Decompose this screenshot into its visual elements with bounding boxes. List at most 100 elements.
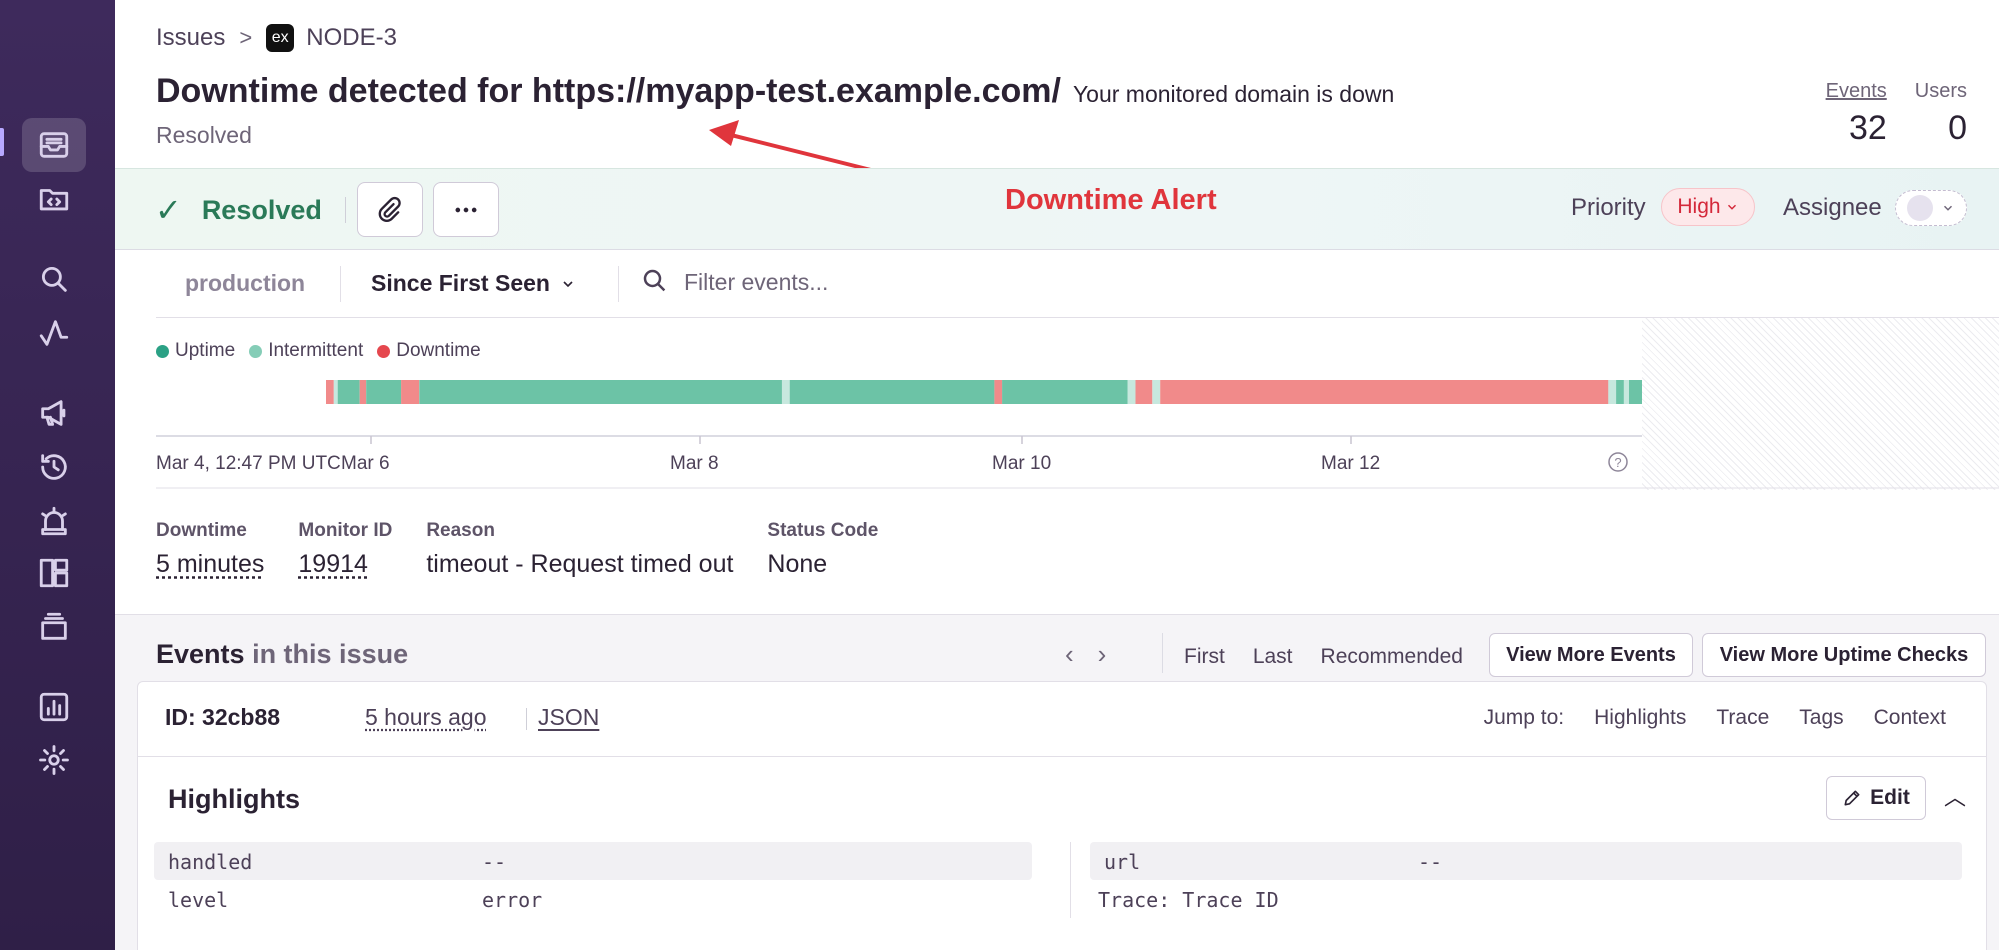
breadcrumb-issues-link[interactable]: Issues [156,24,225,52]
inbox-icon [39,132,69,158]
events-stat-value: 32 [1848,109,1887,147]
timeline-segment-down[interactable] [326,380,334,404]
timeline-segment-up[interactable] [419,380,782,404]
jump-to-nav: Jump to: Highlights Trace Tags Context [1484,706,1946,730]
timeline-segment-int[interactable] [1608,380,1617,404]
chevron-up-icon[interactable]: ︿ [1944,780,1966,812]
breadcrumb: Issues > ex NODE-3 [156,24,397,52]
nav-settings-button[interactable] [22,733,86,787]
nav-dashboards-button[interactable] [22,546,86,600]
chevron-right-icon: > [239,25,253,50]
event-card: ID: 32cb88 5 hours ago JSON Jump to: Hig… [137,681,1987,950]
nav-explore-button[interactable] [22,252,86,306]
svg-text:?: ? [1614,455,1621,470]
timeline-segment-up[interactable] [337,380,360,404]
search-icon [41,266,67,292]
paperclip-icon [378,196,401,222]
detail-value: None [767,550,828,578]
legend-label: Downtime [396,340,481,361]
megaphone-icon [41,400,66,426]
environment-selector[interactable]: production [185,270,305,297]
last-event-link[interactable]: Last [1253,645,1293,669]
link-button[interactable] [357,182,423,237]
jump-highlights-link[interactable]: Highlights [1594,706,1686,730]
events-stat[interactable]: Events 32 [1826,80,1887,148]
assignee-dropdown[interactable] [1895,190,1967,226]
event-timestamp[interactable]: 5 hours ago [365,704,486,731]
history-icon [41,454,67,480]
detail-value[interactable]: 5 minutes [156,550,264,579]
timeline-segment-down[interactable] [1135,380,1153,404]
priority-dropdown[interactable]: High [1661,188,1755,226]
timeline-segment-down[interactable] [359,380,367,404]
issue-stats: Events 32 Users 0 [1826,80,1967,148]
timeline-segment-int[interactable] [333,380,338,404]
nav-code-button[interactable] [22,172,86,226]
jump-context-link[interactable]: Context [1874,706,1946,730]
users-stat-label: Users [1914,80,1967,102]
events-heading-main: Events [156,639,245,669]
jump-trace-link[interactable]: Trace [1716,706,1769,730]
help-icon[interactable]: ? [1608,452,1628,472]
breadcrumb-project[interactable]: NODE-3 [306,24,397,52]
events-stat-label[interactable]: Events [1826,80,1887,103]
nav-alerts-button[interactable] [22,494,86,548]
timeline-segment-down[interactable] [994,380,1003,404]
ellipsis-icon [455,207,477,212]
downtime-dot-icon [377,344,391,358]
highlight-row-bg [1090,842,1962,880]
timeline-segment-int[interactable] [1127,380,1136,404]
timeline-segment-int[interactable] [781,380,790,404]
divider [1070,842,1071,918]
annotation-label: Downtime Alert [1005,184,1217,216]
timeline-segment-up[interactable] [1002,380,1128,404]
filter-events-input[interactable] [684,266,1284,298]
events-heading: Events in this issue [156,639,408,670]
assignee-label: Assignee [1783,194,1882,221]
edit-highlights-button[interactable]: Edit [1826,776,1926,820]
highlight-key[interactable]: Trace: Trace ID [1098,888,1279,912]
search-icon [643,269,666,292]
jump-tags-link[interactable]: Tags [1799,706,1843,730]
timeline-tick-label: Mar 6 [341,453,390,474]
legend-item-downtime: Downtime [377,340,481,362]
view-more-events-button[interactable]: View More Events [1489,633,1693,677]
timeline-segment-up[interactable] [1616,380,1624,404]
divider [618,266,619,302]
divider [138,756,1986,757]
timeline-segment-up[interactable] [789,380,995,404]
resolved-button[interactable]: ✓ Resolved [155,191,322,229]
timeline-segment-up[interactable] [1629,380,1642,404]
more-actions-button[interactable] [433,182,499,237]
nav-releases-button[interactable] [22,440,86,494]
previous-event-icon[interactable]: ‹ [1065,639,1074,670]
legend-label: Intermittent [268,340,364,361]
event-json-link[interactable]: JSON [538,704,599,731]
checkmark-icon: ✓ [155,192,182,228]
view-more-uptime-checks-button[interactable]: View More Uptime Checks [1702,633,1986,677]
recommended-event-link[interactable]: Recommended [1321,645,1463,669]
detail-label: Downtime [156,520,247,541]
nav-insights-button[interactable] [22,306,86,360]
timeline-segment-int[interactable] [1152,380,1161,404]
timeline-segment-up[interactable] [366,380,402,404]
event-filter-bar: production Since First Seen [156,252,1999,318]
nav-stats-button[interactable] [22,680,86,734]
highlight-value: -- [1418,850,1443,874]
next-event-icon[interactable]: › [1098,639,1107,670]
first-event-link[interactable]: First [1184,645,1225,669]
intermittent-dot-icon [249,344,263,358]
uptime-details: Downtime 5 minutes Monitor ID 19914 Reas… [156,520,878,579]
nav-announcements-button[interactable] [22,386,86,440]
detail-value[interactable]: 19914 [298,550,392,579]
nav-issues-button[interactable] [22,118,86,172]
siren-icon [41,506,67,536]
timeline-tick-label: Mar 12 [1321,453,1380,474]
timeline-segment-down[interactable] [401,380,420,404]
timeline-segment-int[interactable] [1623,380,1630,404]
timeline-segment-down[interactable] [1160,380,1609,404]
events-section: Events in this issue ‹ › First Last Reco… [115,614,1999,950]
time-period-selector[interactable]: Since First Seen [371,270,576,297]
highlight-value: error [482,888,543,912]
nav-archive-button[interactable] [22,600,86,654]
